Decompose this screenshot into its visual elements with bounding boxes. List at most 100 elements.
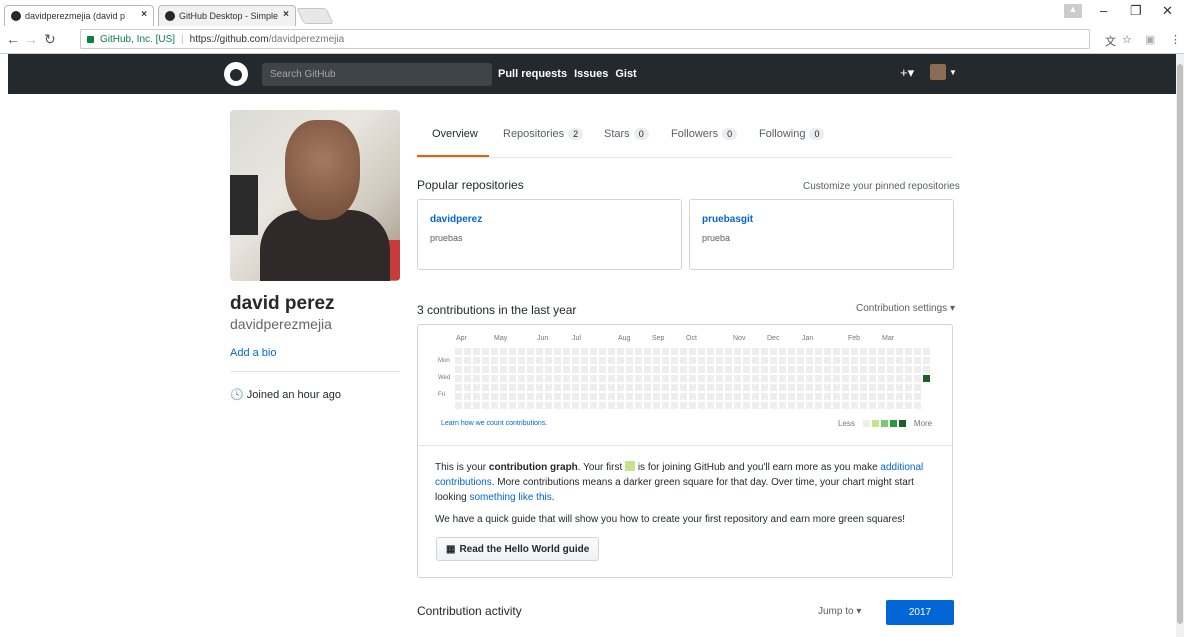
close-window-icon[interactable]: ✕ <box>1162 3 1173 19</box>
contribution-day[interactable] <box>797 348 804 355</box>
contribution-day[interactable] <box>716 366 723 373</box>
contribution-day[interactable] <box>518 348 525 355</box>
contribution-day[interactable] <box>752 357 759 364</box>
contribution-day[interactable] <box>671 375 678 382</box>
contribution-day[interactable] <box>464 375 471 382</box>
contribution-day[interactable] <box>455 384 462 391</box>
contribution-day[interactable] <box>725 366 732 373</box>
contribution-day[interactable] <box>878 375 885 382</box>
contribution-day[interactable] <box>842 375 849 382</box>
contribution-day[interactable] <box>509 384 516 391</box>
contribution-day[interactable] <box>788 366 795 373</box>
hello-world-guide-button[interactable]: ▦ Read the Hello World guide <box>436 537 600 561</box>
contribution-day[interactable] <box>815 375 822 382</box>
contribution-day[interactable] <box>725 357 732 364</box>
contribution-day[interactable] <box>707 366 714 373</box>
contribution-day[interactable] <box>905 393 912 400</box>
contribution-day[interactable] <box>761 402 768 409</box>
close-tab-icon[interactable]: × <box>141 9 147 20</box>
contribution-day[interactable] <box>914 375 921 382</box>
github-logo-icon[interactable] <box>224 62 248 86</box>
contribution-day[interactable] <box>662 393 669 400</box>
contribution-day[interactable] <box>599 366 606 373</box>
year-2017-button[interactable]: 2017 <box>886 600 954 625</box>
contribution-day[interactable] <box>455 393 462 400</box>
contribution-day[interactable] <box>851 375 858 382</box>
contribution-day[interactable] <box>851 393 858 400</box>
contribution-day[interactable] <box>824 393 831 400</box>
contribution-day[interactable] <box>644 357 651 364</box>
contribution-day[interactable] <box>680 384 687 391</box>
contribution-day[interactable] <box>842 357 849 364</box>
contribution-day[interactable] <box>788 348 795 355</box>
contribution-day[interactable] <box>869 357 876 364</box>
contribution-day[interactable] <box>455 357 462 364</box>
contribution-day[interactable] <box>851 348 858 355</box>
contribution-day[interactable] <box>518 384 525 391</box>
contribution-day[interactable] <box>572 357 579 364</box>
add-bio-link[interactable]: Add a bio <box>230 347 276 359</box>
contribution-day[interactable] <box>860 384 867 391</box>
contribution-day[interactable] <box>653 375 660 382</box>
contribution-day[interactable] <box>833 375 840 382</box>
contribution-day[interactable] <box>788 393 795 400</box>
contribution-day[interactable] <box>698 348 705 355</box>
contribution-day[interactable] <box>797 357 804 364</box>
contribution-day[interactable] <box>806 357 813 364</box>
contribution-day[interactable] <box>473 384 480 391</box>
contribution-day[interactable] <box>743 357 750 364</box>
contribution-day[interactable] <box>590 384 597 391</box>
contribution-day[interactable] <box>797 375 804 382</box>
contribution-day[interactable] <box>491 357 498 364</box>
contribution-day[interactable] <box>662 366 669 373</box>
contribution-day[interactable] <box>905 348 912 355</box>
contribution-day[interactable] <box>833 402 840 409</box>
contribution-day[interactable] <box>779 366 786 373</box>
contribution-day[interactable] <box>563 348 570 355</box>
contribution-day[interactable] <box>770 375 777 382</box>
contribution-day[interactable] <box>473 375 480 382</box>
contribution-day[interactable] <box>869 393 876 400</box>
contribution-day[interactable] <box>464 402 471 409</box>
contribution-day[interactable] <box>743 366 750 373</box>
contribution-day[interactable] <box>563 357 570 364</box>
contribution-day[interactable] <box>896 393 903 400</box>
contribution-day[interactable] <box>824 375 831 382</box>
contribution-day[interactable] <box>851 357 858 364</box>
contribution-day[interactable] <box>743 348 750 355</box>
contribution-day[interactable] <box>914 402 921 409</box>
contribution-day[interactable] <box>815 393 822 400</box>
contribution-day[interactable] <box>554 402 561 409</box>
contribution-day[interactable] <box>770 402 777 409</box>
nav-issues[interactable]: Issues <box>574 68 608 80</box>
contribution-day[interactable] <box>635 402 642 409</box>
contribution-day[interactable] <box>491 393 498 400</box>
contribution-day[interactable] <box>905 357 912 364</box>
contribution-day[interactable] <box>923 366 930 373</box>
contribution-day[interactable] <box>752 375 759 382</box>
contribution-day[interactable] <box>554 348 561 355</box>
contribution-day[interactable] <box>491 375 498 382</box>
contribution-day[interactable] <box>680 375 687 382</box>
contribution-day[interactable] <box>563 366 570 373</box>
contribution-day[interactable] <box>833 357 840 364</box>
contribution-day[interactable] <box>851 366 858 373</box>
contribution-day[interactable] <box>869 348 876 355</box>
contribution-day[interactable] <box>644 348 651 355</box>
contribution-day[interactable] <box>617 366 624 373</box>
contribution-day[interactable] <box>662 402 669 409</box>
contribution-day[interactable] <box>743 384 750 391</box>
contribution-day[interactable] <box>887 366 894 373</box>
contribution-day[interactable] <box>608 384 615 391</box>
contribution-day[interactable] <box>608 393 615 400</box>
contribution-day[interactable] <box>536 375 543 382</box>
contribution-day[interactable] <box>905 402 912 409</box>
contribution-day[interactable] <box>734 402 741 409</box>
contribution-day[interactable] <box>509 348 516 355</box>
contribution-day[interactable] <box>509 357 516 364</box>
contribution-day[interactable] <box>752 393 759 400</box>
contribution-day[interactable] <box>482 393 489 400</box>
contribution-day[interactable] <box>608 402 615 409</box>
contribution-day[interactable] <box>455 366 462 373</box>
tab-followers[interactable]: Followers 0 <box>671 128 738 140</box>
